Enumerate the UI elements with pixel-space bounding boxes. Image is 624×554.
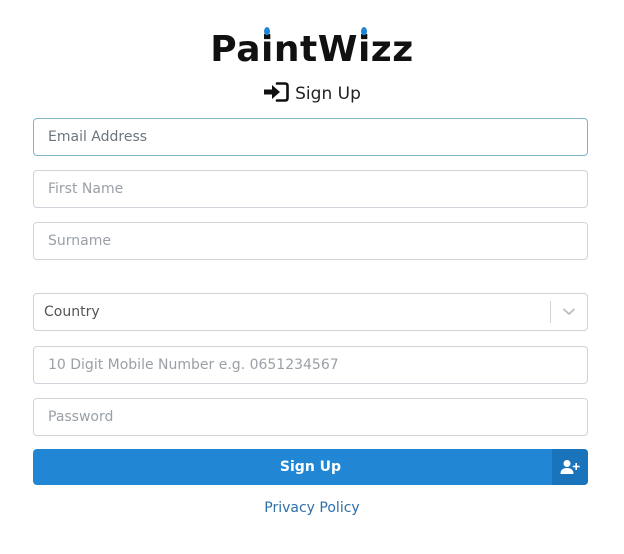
surname-field[interactable] (33, 222, 588, 260)
mobile-number-field[interactable] (33, 346, 588, 384)
paint-drop-icon (361, 27, 368, 35)
password-field[interactable] (33, 398, 588, 436)
chevron-down-icon[interactable] (551, 294, 587, 330)
add-user-icon (552, 449, 588, 485)
brand-logo: Pai ntWi zz (0, 27, 624, 72)
paint-drop-icon (264, 27, 271, 35)
country-select-value: Country (44, 304, 100, 320)
privacy-policy-link[interactable]: Privacy Policy (0, 500, 624, 516)
brand-name: Pai ntWi zz (210, 27, 414, 70)
form-heading: Sign Up (0, 82, 624, 106)
sign-in-icon (263, 82, 289, 106)
sign-up-button[interactable]: Sign Up (33, 449, 588, 485)
logo-letter-i: i (357, 27, 371, 70)
first-name-field[interactable] (33, 170, 588, 208)
sign-up-button-label: Sign Up (279, 459, 342, 475)
email-field[interactable] (33, 118, 588, 156)
logo-letter-i: i (261, 27, 274, 70)
signup-page: PaintWizz Sign Up Country Sign Up (0, 0, 624, 554)
country-select[interactable]: Country (33, 293, 588, 331)
page-title: Sign Up (295, 84, 361, 104)
